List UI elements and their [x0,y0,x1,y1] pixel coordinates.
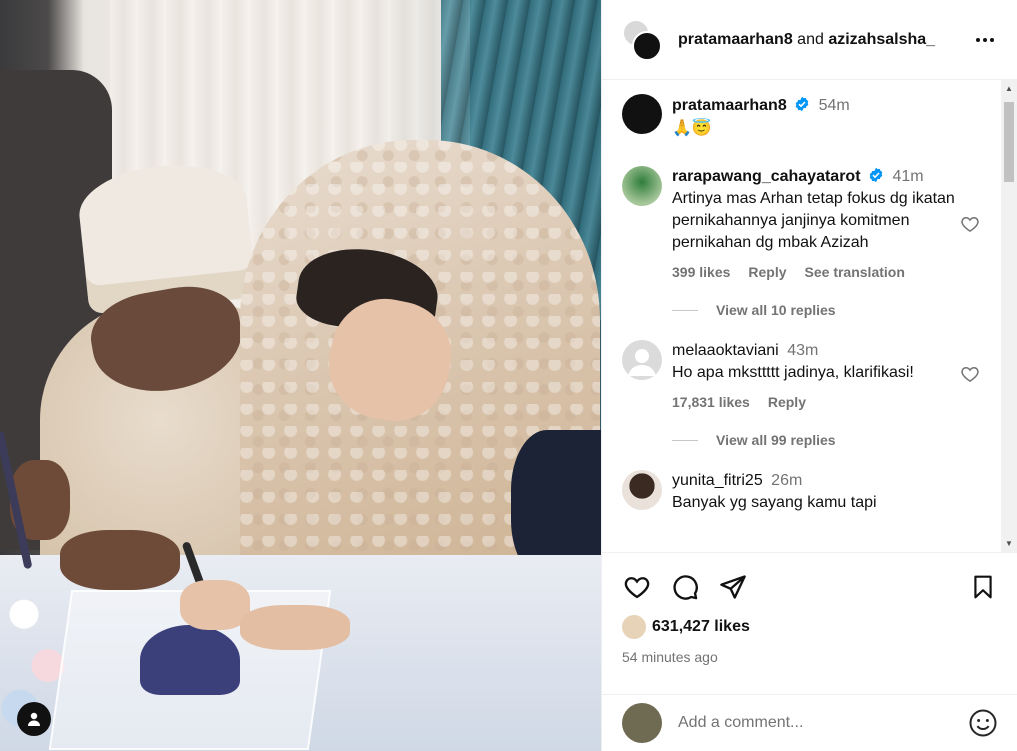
caption-time: 54m [818,97,850,114]
caption-text: 🙏😇 [672,120,712,137]
tagged-users-button[interactable] [17,702,51,736]
collab-title: pratamaarhan8 and azizahsalsha_ [678,31,969,49]
reply-button[interactable]: Reply [768,394,806,410]
avatar[interactable] [622,470,662,510]
like-comment-heart-icon[interactable] [960,364,980,384]
heart-icon [624,577,650,599]
action-buttons-row [622,569,998,605]
comment-meta: 17,831 likes Reply [672,394,962,410]
likes-summary[interactable]: 631,427 likes [622,615,998,639]
save-button[interactable] [968,572,998,602]
comment-time: 26m [771,472,803,489]
photo-ring-box [140,625,240,695]
user-icon [28,712,40,726]
caption-username[interactable]: pratamaarhan8 [672,97,787,114]
comment-item: melaaoktaviani 43m Ho apa mksttttt jadin… [602,340,1002,410]
share-button[interactable] [718,572,748,602]
photo-hand [60,530,180,590]
more-options-button[interactable] [969,24,1001,56]
avatar [622,615,646,639]
avatar[interactable] [622,340,662,380]
scrollbar-thumb[interactable] [1004,102,1014,182]
comment-username[interactable]: yunita_fitri25 [672,472,763,489]
comment-likes[interactable]: 17,831 likes [672,394,750,410]
avatar [622,703,662,743]
collab-avatars[interactable] [622,18,664,61]
bookmark-icon [974,575,992,599]
comment-text: Banyak yg sayang kamu tapi [672,494,877,511]
avatar[interactable] [622,94,662,134]
comment-username[interactable]: melaaoktaviani [672,342,779,359]
like-button[interactable] [622,572,652,602]
divider-line [672,309,698,311]
view-replies-label: View all 99 replies [716,432,836,448]
header-user2[interactable]: azizahsalsha_ [828,31,935,48]
comment-text: Ho apa mksttttt jadinya, klarifikasi! [672,364,914,381]
comment-time: 41m [892,168,924,185]
header-user1[interactable]: pratamaarhan8 [678,31,793,48]
avatar[interactable] [622,166,662,206]
comment-bubble-icon [673,575,698,600]
verified-badge-icon [869,167,883,183]
send-icon [720,575,746,599]
view-replies-button[interactable]: View all 99 replies [602,432,1002,448]
comment-item: rarapawang_cahayatarot 41m Artinya mas A… [602,166,1002,280]
post-side-panel: pratamaarhan8 and azizahsalsha_ pratamaa… [601,0,1017,751]
header-connector: and [797,30,824,48]
comment-time: 43m [787,342,819,359]
comment-meta: 399 likes Reply See translation [672,264,962,280]
emoji-icon[interactable] [968,708,998,738]
post-actions: 631,427 likes 54 minutes ago [602,552,1017,665]
default-avatar-icon [628,349,656,376]
post-likes-count[interactable]: 631,427 likes [652,618,750,636]
comments-scrollbar[interactable]: ▲ ▼ [1001,80,1017,552]
post-header: pratamaarhan8 and azizahsalsha_ [602,0,1017,80]
comments-list[interactable]: pratamaarhan8 54m 🙏😇 rarapawang_cahayata… [602,80,1002,552]
scroll-down-arrow-icon[interactable]: ▼ [1005,539,1013,548]
comment-button[interactable] [670,572,700,602]
add-comment-bar [602,694,1017,751]
comment-text: Artinya mas Arhan tetap fokus dg ikatan … [672,190,955,251]
view-replies-button[interactable]: View all 10 replies [602,302,1002,318]
post-photo[interactable] [0,0,601,751]
post-time: 54 minutes ago [622,649,718,665]
like-comment-heart-icon[interactable] [960,214,980,234]
verified-badge-icon [795,96,809,112]
comment-likes[interactable]: 399 likes [672,264,730,280]
add-comment-input[interactable] [678,714,968,732]
comment-item: yunita_fitri25 26m Banyak yg sayang kamu… [602,470,1002,514]
photo-hand [240,605,350,650]
caption: pratamaarhan8 54m 🙏😇 [602,94,1002,140]
divider-line [672,439,698,441]
reply-button[interactable]: Reply [748,264,786,280]
avatar [632,30,662,61]
comment-username[interactable]: rarapawang_cahayatarot [672,168,861,185]
scroll-up-arrow-icon[interactable]: ▲ [1005,84,1013,93]
see-translation-button[interactable]: See translation [805,264,905,280]
more-icon [976,37,994,42]
view-replies-label: View all 10 replies [716,302,836,318]
